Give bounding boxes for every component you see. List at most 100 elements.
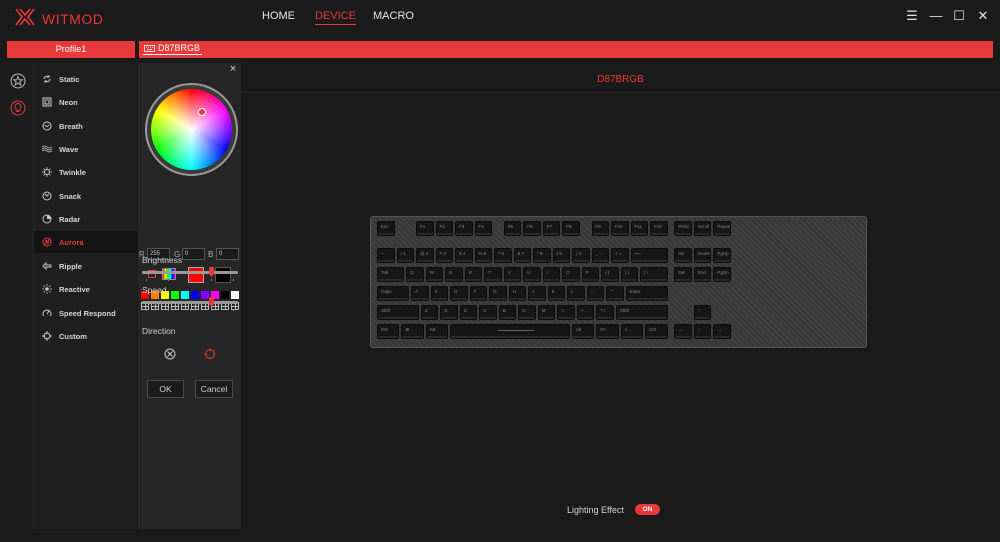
effect-radar[interactable]: Radar — [34, 208, 137, 230]
keyboard-key[interactable]: Q — [406, 267, 424, 282]
color-wheel[interactable] — [151, 89, 232, 170]
keyboard-key[interactable]: ) 0 — [572, 248, 590, 263]
keyboard-key[interactable]: ≡ — [620, 324, 644, 339]
effect-twinkle[interactable]: Twinkle — [34, 161, 137, 183]
lighting-toggle[interactable]: ON — [635, 504, 660, 515]
keyboard-key[interactable]: * 8 — [533, 248, 551, 263]
star-icon[interactable] — [10, 73, 26, 89]
effect-custom[interactable]: Custom — [34, 325, 137, 347]
keyboard-key[interactable]: ↑ — [693, 305, 712, 320]
keyboard-key[interactable]: < , — [557, 305, 575, 320]
keyboard-key[interactable]: F11 — [630, 221, 648, 236]
profile-tab[interactable]: Profile1 — [7, 41, 135, 58]
effect-snack[interactable]: Snack — [34, 185, 137, 207]
effect-speed-respond[interactable]: Speed Respond — [34, 302, 137, 324]
effect-ripple[interactable]: Ripple — [34, 255, 137, 277]
effect-static[interactable]: Static — [34, 68, 137, 90]
keyboard-key[interactable]: PrtSc — [674, 221, 692, 236]
color-wheel-handle[interactable] — [198, 108, 206, 116]
keyboard-key[interactable]: Enter — [625, 286, 668, 301]
effect-reactive[interactable]: Reactive — [34, 278, 137, 300]
keyboard-key[interactable]: ? / — [596, 305, 614, 320]
keyboard-key[interactable]: G — [489, 286, 507, 301]
color-swatch[interactable] — [221, 291, 229, 299]
keyboard-key[interactable]: @ 2 — [416, 248, 434, 263]
keyboard-key[interactable]: F10 — [611, 221, 629, 236]
keyboard-key[interactable]: F2 — [435, 221, 453, 236]
keyboard-key[interactable]: T — [484, 267, 502, 282]
nav-home[interactable]: HOME — [262, 10, 295, 22]
keyboard-key[interactable]: U — [523, 267, 541, 282]
keyboard-key[interactable]: ^ 6 — [494, 248, 512, 263]
keyboard-key[interactable]: X — [440, 305, 458, 320]
keyboard-key[interactable]: Fn — [596, 324, 619, 339]
keyboard-key[interactable]: ← — [674, 324, 692, 339]
ok-button[interactable]: OK — [147, 380, 184, 398]
keyboard-key[interactable] — [450, 324, 570, 339]
keyboard-key[interactable]: Caps — [377, 286, 410, 301]
color-swatch[interactable] — [201, 291, 209, 299]
keyboard-key[interactable]: P — [581, 267, 600, 282]
keyboard-key[interactable]: Pause — [713, 221, 731, 236]
brightness-slider-thumb[interactable] — [209, 267, 215, 277]
keyboard-key[interactable]: F3 — [455, 221, 473, 236]
keyboard-key[interactable]: N — [518, 305, 536, 320]
lightbulb-icon[interactable] — [10, 100, 26, 116]
keyboard-key[interactable]: M — [537, 305, 556, 320]
keyboard-key[interactable]: # 3 — [435, 248, 453, 263]
g-input[interactable]: 0 — [182, 248, 205, 260]
keyboard-key[interactable]: > . — [576, 305, 595, 320]
direction-outward-icon[interactable] — [204, 348, 216, 360]
keyboard-key[interactable]: D — [450, 286, 468, 301]
device-tab[interactable]: D87BRGB — [143, 43, 203, 55]
keyboard-key[interactable]: Y — [503, 267, 522, 282]
keyboard-key[interactable]: PgUp — [713, 248, 731, 263]
keyboard-key[interactable]: B — [498, 305, 517, 320]
keyboard-key[interactable]: Tab — [377, 267, 405, 282]
direction-inward-icon[interactable] — [164, 348, 176, 360]
close-icon[interactable]: ✕ — [975, 8, 991, 24]
brightness-slider[interactable] — [142, 267, 238, 277]
keyboard-key[interactable]: R — [464, 267, 483, 282]
effect-neon[interactable]: Neon — [34, 91, 137, 113]
effect-breath[interactable]: Breath — [34, 115, 137, 137]
keyboard-key[interactable]: Ctrl — [645, 324, 668, 339]
keyboard-key[interactable]: → — [713, 324, 731, 339]
keyboard-key[interactable]: " ' — [606, 286, 624, 301]
keyboard-key[interactable]: ( 9 — [552, 248, 570, 263]
minimize-icon[interactable]: — — [928, 8, 944, 24]
keyboard-key[interactable]: % 5 — [474, 248, 492, 263]
keyboard-key[interactable]: ⊞ — [401, 324, 424, 339]
effect-aurora[interactable]: Aurora — [34, 231, 137, 253]
keyboard-key[interactable]: ! 1 — [396, 248, 414, 263]
keyboard-key[interactable]: J — [528, 286, 546, 301]
keyboard-key[interactable]: End — [693, 267, 712, 282]
color-swatch[interactable] — [231, 291, 239, 299]
keyboard-key[interactable]: C — [459, 305, 478, 320]
keyboard-key[interactable]: W — [425, 267, 444, 282]
keyboard-key[interactable]: Alt — [425, 324, 449, 339]
keyboard-key[interactable]: PgDn — [713, 267, 731, 282]
keyboard-key[interactable]: : ; — [586, 286, 605, 301]
keyboard-key[interactable]: Scroll — [693, 221, 712, 236]
keyboard-key[interactable]: { [ — [601, 267, 619, 282]
keyboard-key[interactable]: Shift — [615, 305, 668, 320]
keyboard-key[interactable]: L — [567, 286, 585, 301]
b-input[interactable]: 0 — [216, 248, 239, 260]
keyboard-key[interactable]: Ctrl — [377, 324, 400, 339]
keyboard-key[interactable]: + = — [611, 248, 629, 263]
keyboard-key[interactable]: V — [479, 305, 497, 320]
keyboard-key[interactable]: Esc — [377, 221, 395, 236]
keyboard-key[interactable]: Alt — [572, 324, 595, 339]
cancel-button[interactable]: Cancel — [195, 380, 233, 398]
color-swatch[interactable] — [191, 291, 199, 299]
keyboard-key[interactable]: } ] — [620, 267, 639, 282]
keyboard-key[interactable]: A — [411, 286, 429, 301]
keyboard-key[interactable]: E — [445, 267, 463, 282]
keyboard-key[interactable]: F12 — [650, 221, 668, 236]
keyboard-key[interactable]: F — [469, 286, 488, 301]
keyboard-key[interactable]: Ins — [674, 248, 692, 263]
maximize-icon[interactable]: ☐ — [951, 8, 967, 24]
keyboard-key[interactable]: & 7 — [513, 248, 531, 263]
keyboard-key[interactable]: Home — [693, 248, 712, 263]
